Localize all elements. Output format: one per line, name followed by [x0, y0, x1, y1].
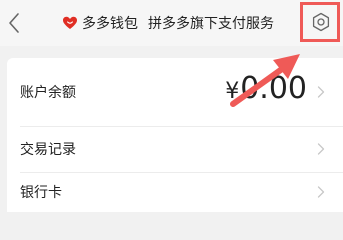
bank-card-row[interactable]: 银行卡: [7, 172, 343, 212]
back-arrow-icon[interactable]: [6, 11, 22, 35]
brand-name: 多多钱包: [82, 16, 138, 32]
transactions-row[interactable]: 交易记录: [7, 126, 343, 172]
balance-amount: ¥0.00: [225, 71, 307, 106]
balance-value: 0.00: [240, 71, 307, 106]
brand-subtitle: 拼多多旗下支付服务: [148, 16, 274, 32]
chevron-right-icon: [317, 186, 325, 198]
chevron-right-icon: [317, 86, 325, 98]
settings-highlight-box: [300, 2, 340, 42]
account-balance-row[interactable]: 账户余额 ¥0.00: [7, 58, 343, 126]
currency-symbol: ¥: [225, 79, 240, 104]
top-nav-bar: 多多钱包 拼多多旗下支付服务: [0, 0, 343, 46]
wallet-brand: 多多钱包 拼多多旗下支付服务: [62, 13, 274, 33]
wallet-card: 账户余额 ¥0.00 交易记录 银行卡: [7, 58, 343, 212]
bank-card-label: 银行卡: [20, 185, 62, 201]
heart-icon: [63, 16, 77, 29]
balance-label: 账户余额: [20, 85, 76, 101]
chevron-right-icon: [317, 143, 325, 155]
transactions-label: 交易记录: [20, 142, 76, 158]
